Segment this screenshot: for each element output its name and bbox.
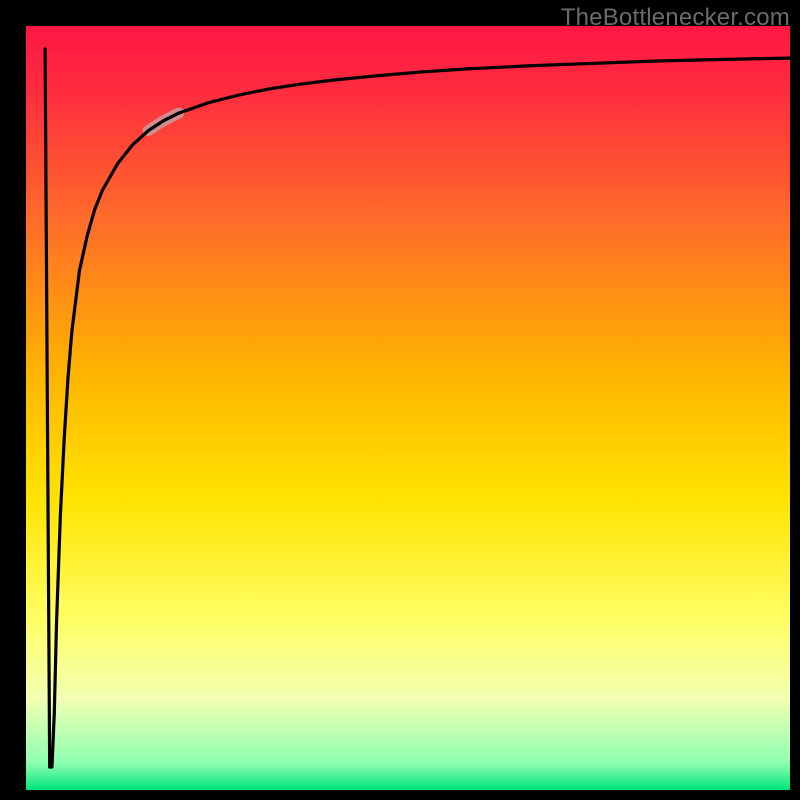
plot-area	[26, 26, 790, 790]
bottleneck-curve	[45, 49, 790, 767]
curve-layer	[26, 26, 790, 790]
chart-stage: TheBottlenecker.com	[0, 0, 800, 800]
